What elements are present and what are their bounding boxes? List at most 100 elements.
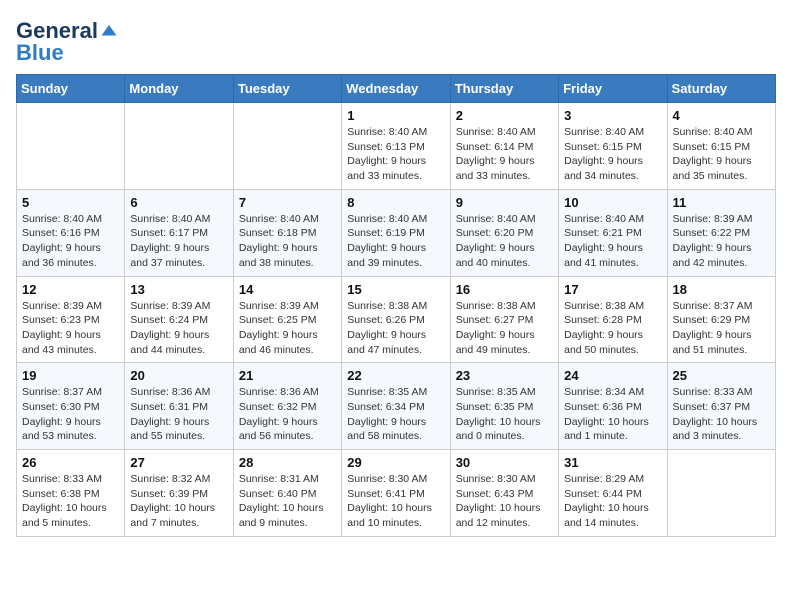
calendar-cell: 27 Sunrise: 8:32 AMSunset: 6:39 PMDayligh… <box>125 450 233 537</box>
day-number: 5 <box>22 195 119 210</box>
calendar-cell: 3Sunrise: 8:40 AMSunset: 6:15 PMDaylight… <box>559 103 667 190</box>
day-number: 18 <box>673 282 770 297</box>
day-info: Sunrise: 8:35 AMSunset: 6:34 PMDaylight:… <box>347 385 444 444</box>
calendar-cell: 20 Sunrise: 8:36 AMSunset: 6:31 PMDayligh… <box>125 363 233 450</box>
day-info: Sunrise: 8:37 AMSunset: 6:30 PMDaylight:… <box>22 385 119 444</box>
weekday-header-row: SundayMondayTuesdayWednesdayThursdayFrid… <box>17 75 776 103</box>
calendar-cell: 28Sunrise: 8:31 AMSunset: 6:40 PMDayligh… <box>233 450 341 537</box>
day-number: 17 <box>564 282 661 297</box>
day-info: Sunrise: 8:37 AMSunset: 6:29 PMDaylight:… <box>673 299 770 358</box>
day-info: Sunrise: 8:40 AMSunset: 6:14 PMDaylight:… <box>456 125 553 184</box>
day-number: 4 <box>673 108 770 123</box>
day-info: Sunrise: 8:40 AMSunset: 6:13 PMDaylight:… <box>347 125 444 184</box>
day-number: 14 <box>239 282 336 297</box>
day-info: Sunrise: 8:40 AMSunset: 6:20 PMDaylight:… <box>456 212 553 271</box>
calendar-cell: 22Sunrise: 8:35 AMSunset: 6:34 PMDayligh… <box>342 363 450 450</box>
calendar-cell: 29 Sunrise: 8:30 AMSunset: 6:41 PMDayligh… <box>342 450 450 537</box>
logo-icon <box>100 22 118 40</box>
calendar-cell: 19 Sunrise: 8:37 AMSunset: 6:30 PMDayligh… <box>17 363 125 450</box>
day-info: Sunrise: 8:36 AMSunset: 6:32 PMDaylight:… <box>239 385 336 444</box>
weekday-friday: Friday <box>559 75 667 103</box>
day-number: 16 <box>456 282 553 297</box>
day-info: Sunrise: 8:38 AMSunset: 6:26 PMDaylight:… <box>347 299 444 358</box>
day-info: Sunrise: 8:36 AMSunset: 6:31 PMDaylight:… <box>130 385 227 444</box>
calendar-cell: 8 Sunrise: 8:40 AMSunset: 6:19 PMDaylight… <box>342 189 450 276</box>
calendar-cell: 31 Sunrise: 8:29 AMSunset: 6:44 PMDayligh… <box>559 450 667 537</box>
day-info: Sunrise: 8:31 AMSunset: 6:40 PMDaylight:… <box>239 472 336 531</box>
weekday-wednesday: Wednesday <box>342 75 450 103</box>
day-number: 30 <box>456 455 553 470</box>
day-info: Sunrise: 8:34 AMSunset: 6:36 PMDaylight:… <box>564 385 661 444</box>
day-number: 23 <box>456 368 553 383</box>
logo-text-blue: Blue <box>16 42 118 64</box>
calendar-cell <box>667 450 775 537</box>
day-number: 20 <box>130 368 227 383</box>
calendar-cell: 23 Sunrise: 8:35 AMSunset: 6:35 PMDayligh… <box>450 363 558 450</box>
calendar-cell: 17Sunrise: 8:38 AMSunset: 6:28 PMDayligh… <box>559 276 667 363</box>
day-number: 13 <box>130 282 227 297</box>
day-info: Sunrise: 8:32 AMSunset: 6:39 PMDaylight:… <box>130 472 227 531</box>
day-info: Sunrise: 8:40 AMSunset: 6:15 PMDaylight:… <box>564 125 661 184</box>
day-info: Sunrise: 8:33 AMSunset: 6:37 PMDaylight:… <box>673 385 770 444</box>
day-number: 7 <box>239 195 336 210</box>
day-number: 11 <box>673 195 770 210</box>
weekday-monday: Monday <box>125 75 233 103</box>
calendar-cell <box>233 103 341 190</box>
day-number: 31 <box>564 455 661 470</box>
weekday-saturday: Saturday <box>667 75 775 103</box>
day-info: Sunrise: 8:33 AMSunset: 6:38 PMDaylight:… <box>22 472 119 531</box>
day-info: Sunrise: 8:30 AMSunset: 6:43 PMDaylight:… <box>456 472 553 531</box>
day-info: Sunrise: 8:39 AMSunset: 6:23 PMDaylight:… <box>22 299 119 358</box>
day-number: 15 <box>347 282 444 297</box>
calendar-cell: 6 Sunrise: 8:40 AMSunset: 6:17 PMDaylight… <box>125 189 233 276</box>
day-info: Sunrise: 8:40 AMSunset: 6:15 PMDaylight:… <box>673 125 770 184</box>
calendar-table: SundayMondayTuesdayWednesdayThursdayFrid… <box>16 74 776 537</box>
calendar-cell: 16 Sunrise: 8:38 AMSunset: 6:27 PMDayligh… <box>450 276 558 363</box>
calendar-cell <box>125 103 233 190</box>
page-header: General Blue <box>16 16 776 64</box>
logo-text-general: General <box>16 20 98 42</box>
day-number: 9 <box>456 195 553 210</box>
day-number: 6 <box>130 195 227 210</box>
calendar-cell: 10Sunrise: 8:40 AMSunset: 6:21 PMDayligh… <box>559 189 667 276</box>
calendar-cell: 13 Sunrise: 8:39 AMSunset: 6:24 PMDayligh… <box>125 276 233 363</box>
calendar-week-4: 19 Sunrise: 8:37 AMSunset: 6:30 PMDayligh… <box>17 363 776 450</box>
day-info: Sunrise: 8:35 AMSunset: 6:35 PMDaylight:… <box>456 385 553 444</box>
calendar-cell: 4 Sunrise: 8:40 AMSunset: 6:15 PMDaylight… <box>667 103 775 190</box>
day-info: Sunrise: 8:40 AMSunset: 6:21 PMDaylight:… <box>564 212 661 271</box>
day-number: 27 <box>130 455 227 470</box>
day-info: Sunrise: 8:40 AMSunset: 6:17 PMDaylight:… <box>130 212 227 271</box>
day-info: Sunrise: 8:40 AMSunset: 6:19 PMDaylight:… <box>347 212 444 271</box>
calendar-cell: 2Sunrise: 8:40 AMSunset: 6:14 PMDaylight… <box>450 103 558 190</box>
calendar-cell: 5 Sunrise: 8:40 AMSunset: 6:16 PMDaylight… <box>17 189 125 276</box>
day-info: Sunrise: 8:29 AMSunset: 6:44 PMDaylight:… <box>564 472 661 531</box>
logo: General Blue <box>16 20 118 64</box>
day-number: 24 <box>564 368 661 383</box>
day-number: 12 <box>22 282 119 297</box>
day-number: 25 <box>673 368 770 383</box>
calendar-cell: 26 Sunrise: 8:33 AMSunset: 6:38 PMDayligh… <box>17 450 125 537</box>
day-info: Sunrise: 8:38 AMSunset: 6:27 PMDaylight:… <box>456 299 553 358</box>
calendar-cell: 14 Sunrise: 8:39 AMSunset: 6:25 PMDayligh… <box>233 276 341 363</box>
weekday-sunday: Sunday <box>17 75 125 103</box>
day-number: 29 <box>347 455 444 470</box>
calendar-cell: 7 Sunrise: 8:40 AMSunset: 6:18 PMDaylight… <box>233 189 341 276</box>
day-info: Sunrise: 8:30 AMSunset: 6:41 PMDaylight:… <box>347 472 444 531</box>
day-number: 8 <box>347 195 444 210</box>
calendar-cell: 1Sunrise: 8:40 AMSunset: 6:13 PMDaylight… <box>342 103 450 190</box>
calendar-week-3: 12 Sunrise: 8:39 AMSunset: 6:23 PMDayligh… <box>17 276 776 363</box>
calendar-cell <box>17 103 125 190</box>
calendar-cell: 9 Sunrise: 8:40 AMSunset: 6:20 PMDaylight… <box>450 189 558 276</box>
calendar-week-5: 26 Sunrise: 8:33 AMSunset: 6:38 PMDayligh… <box>17 450 776 537</box>
day-info: Sunrise: 8:40 AMSunset: 6:16 PMDaylight:… <box>22 212 119 271</box>
day-number: 21 <box>239 368 336 383</box>
day-info: Sunrise: 8:40 AMSunset: 6:18 PMDaylight:… <box>239 212 336 271</box>
weekday-tuesday: Tuesday <box>233 75 341 103</box>
day-info: Sunrise: 8:39 AMSunset: 6:25 PMDaylight:… <box>239 299 336 358</box>
calendar-cell: 21 Sunrise: 8:36 AMSunset: 6:32 PMDayligh… <box>233 363 341 450</box>
day-number: 19 <box>22 368 119 383</box>
day-info: Sunrise: 8:39 AMSunset: 6:24 PMDaylight:… <box>130 299 227 358</box>
calendar-cell: 25 Sunrise: 8:33 AMSunset: 6:37 PMDayligh… <box>667 363 775 450</box>
day-number: 26 <box>22 455 119 470</box>
calendar-cell: 24 Sunrise: 8:34 AMSunset: 6:36 PMDayligh… <box>559 363 667 450</box>
